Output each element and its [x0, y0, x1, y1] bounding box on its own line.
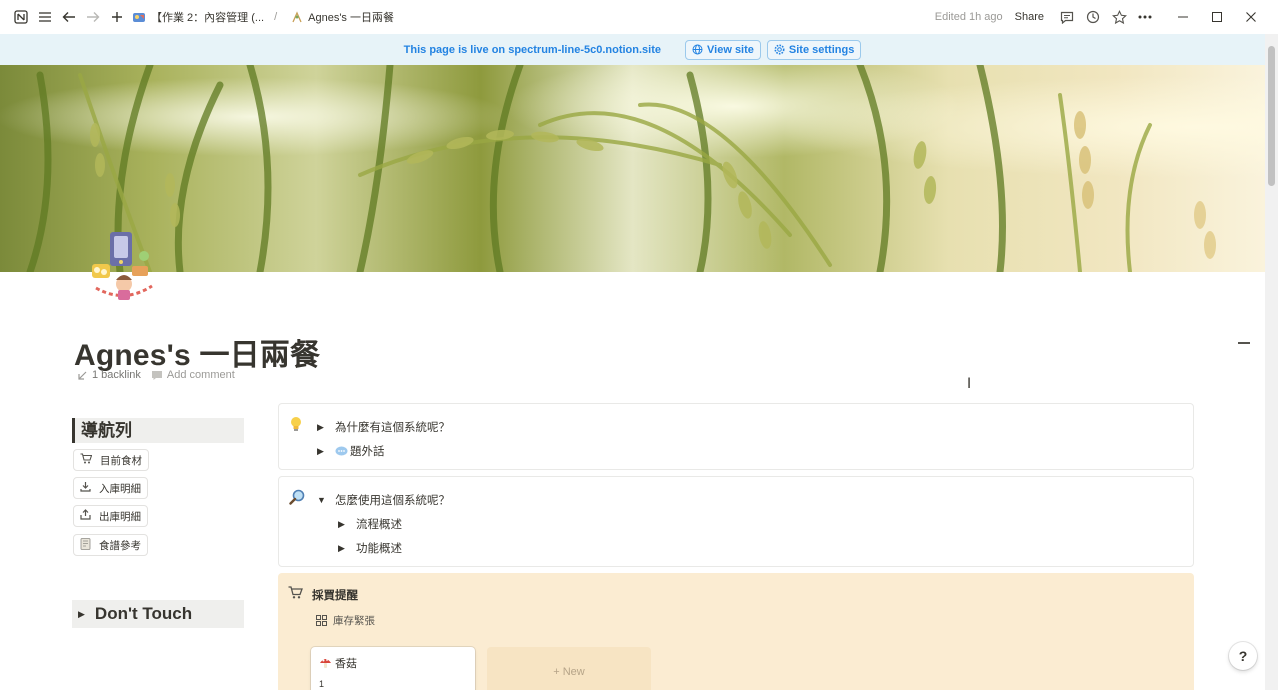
toggle-why-system[interactable]: ▶ 為什麼有這個系統呢？ — [317, 419, 450, 435]
toggle-triangle-icon[interactable]: ▶ — [317, 446, 335, 457]
card-title: 香菇 — [319, 655, 357, 671]
gallery-card[interactable]: 香菇 1 — [311, 647, 475, 690]
nav-item-recipes[interactable]: 食譜參考 — [73, 534, 148, 556]
toggle-triangle-icon[interactable]: ▶ — [338, 543, 356, 554]
page-emoji-icon — [133, 13, 145, 22]
site-live-banner: This page is live on spectrum-line-5c0.n… — [0, 34, 1265, 65]
more-options-icon[interactable] — [1132, 6, 1158, 28]
backlinks-label: 1 backlink — [92, 369, 141, 381]
toggle-label: 流程概述 — [356, 519, 402, 531]
help-icon: ? — [1238, 648, 1248, 664]
page-meta: 1 backlink Add comment — [77, 369, 235, 381]
cart-icon — [80, 453, 93, 467]
share-button[interactable]: Share — [1015, 11, 1044, 23]
view-site-button[interactable]: View site — [685, 39, 761, 60]
breadcrumb-item-2[interactable]: Agnes's 一日兩餐 — [291, 9, 394, 25]
edited-timestamp: Edited 1h ago — [934, 11, 1003, 23]
table-of-contents-icon[interactable] — [1233, 332, 1255, 354]
speech-bubble-icon — [335, 446, 348, 455]
callout-why: ▶ 為什麼有這個系統呢？ ▶ 題外話 — [278, 403, 1194, 470]
callout-how: ▼ 怎麼使用這個系統呢？ ▶ 流程概述 ▶ 功能概述 — [278, 476, 1194, 567]
nav-item-current-ingredients[interactable]: 目前食材 — [73, 449, 149, 471]
database-view-label: 庫存緊張 — [333, 615, 375, 627]
backlink-arrow-icon — [78, 371, 87, 380]
page-emoji-icon — [292, 11, 302, 23]
breadcrumb-label: Agnes's 一日兩餐 — [308, 12, 394, 24]
shopping-cart-icon[interactable] — [288, 586, 303, 602]
toggle-side-note[interactable]: ▶ 題外話 — [317, 443, 385, 459]
site-settings-label: Site settings — [788, 43, 855, 56]
toggle-process-overview[interactable]: ▶ 流程概述 — [338, 516, 402, 532]
globe-icon — [692, 44, 703, 55]
maximize-window-icon[interactable] — [1200, 6, 1234, 28]
notebook-icon — [80, 537, 91, 553]
site-settings-button[interactable]: Site settings — [766, 39, 862, 60]
magnifier-icon[interactable] — [289, 489, 305, 508]
page-title[interactable]: Agnes's 一日兩餐 — [74, 330, 320, 374]
toggle-open-triangle-icon[interactable]: ▼ — [317, 495, 335, 505]
add-comment-button[interactable]: Add comment — [151, 369, 235, 381]
toggle-triangle-icon[interactable]: ▶ — [317, 422, 335, 433]
breadcrumb-separator: / — [274, 11, 278, 23]
add-comment-label: Add comment — [166, 369, 235, 381]
backlinks-button[interactable]: 1 backlink — [77, 369, 141, 381]
forward-arrow-icon[interactable] — [82, 6, 104, 28]
nav-item-label: 出庫明細 — [99, 510, 141, 523]
gear-icon — [774, 44, 785, 55]
history-clock-icon[interactable] — [1080, 6, 1106, 28]
new-card-button[interactable]: + New — [487, 647, 651, 690]
page-cover-image[interactable] — [0, 65, 1265, 272]
nav-item-label: 入庫明細 — [99, 482, 141, 495]
favorite-star-icon[interactable] — [1106, 6, 1132, 28]
toggle-label: 題外話 — [350, 446, 385, 458]
nav-item-label: 食譜參考 — [99, 539, 141, 552]
notion-logo-icon[interactable] — [10, 6, 32, 28]
toggle-triangle-icon[interactable]: ▶ — [78, 609, 85, 620]
dont-touch-label: Don't Touch — [94, 604, 193, 623]
purchase-reminder-callout: 採買提醒 庫存緊張 香菇 1 + New — [278, 573, 1194, 690]
view-site-label: View site — [707, 43, 754, 56]
text-cursor-icon: I — [967, 376, 972, 392]
dont-touch-toggle[interactable]: ▶ Don't Touch — [72, 600, 244, 628]
toggle-label: 怎麼使用這個系統呢？ — [335, 495, 450, 507]
page-icon-illustration[interactable] — [88, 226, 160, 304]
site-live-message: This page is live on spectrum-line-5c0.n… — [403, 43, 662, 56]
nav-heading: 導航列 — [72, 418, 244, 443]
toggle-how-to-use[interactable]: ▼ 怎麼使用這個系統呢？ — [317, 492, 450, 508]
nav-item-stock-in[interactable]: 入庫明細 — [73, 477, 148, 499]
menu-icon[interactable] — [34, 6, 56, 28]
purchase-reminder-title: 採買提醒 — [312, 590, 358, 602]
nav-item-stock-out[interactable]: 出庫明細 — [73, 505, 148, 527]
close-window-icon[interactable] — [1234, 6, 1268, 28]
help-button[interactable]: ? — [1229, 642, 1257, 670]
download-icon — [80, 481, 91, 495]
toggle-triangle-icon[interactable]: ▶ — [338, 519, 356, 530]
top-bar: 【作業 2：內容管理 (... / Agnes's 一日兩餐 Edited 1h… — [0, 0, 1278, 34]
breadcrumb-item-1[interactable]: 【作業 2：內容管理 (... — [132, 9, 264, 25]
page-scrollbar[interactable] — [1265, 34, 1278, 690]
toggle-label: 為什麼有這個系統呢？ — [335, 422, 450, 434]
card-title-label: 香菇 — [335, 658, 357, 670]
scrollbar-thumb[interactable] — [1268, 46, 1275, 186]
minimize-window-icon[interactable] — [1166, 6, 1200, 28]
back-arrow-icon[interactable] — [58, 6, 80, 28]
gallery-grid-icon — [316, 615, 327, 626]
breadcrumb-label: 【作業 2：內容管理 (... — [151, 12, 265, 24]
lightbulb-icon[interactable] — [289, 416, 303, 435]
nav-item-label: 目前食材 — [100, 454, 142, 467]
mushroom-icon — [320, 659, 331, 668]
comments-icon[interactable] — [1054, 6, 1080, 28]
comment-icon — [151, 370, 162, 380]
database-view-tab[interactable]: 庫存緊張 — [316, 613, 375, 628]
new-page-plus-icon[interactable] — [106, 6, 128, 28]
card-quantity: 1 — [319, 679, 325, 689]
upload-icon — [80, 509, 91, 523]
toggle-label: 功能概述 — [356, 543, 402, 555]
toggle-feature-overview[interactable]: ▶ 功能概述 — [338, 540, 402, 556]
